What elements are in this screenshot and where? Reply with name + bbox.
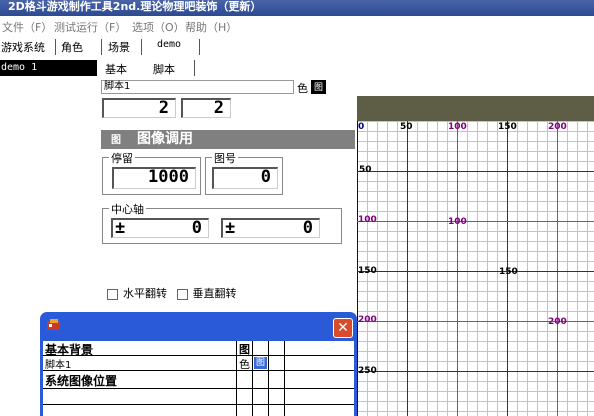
image-call-header: 图 图像调用 [101,130,355,149]
axis-x-input[interactable]: ± 0 [111,218,209,238]
image-icon: 图 [111,135,121,146]
grid-line-y50 [357,171,594,172]
image-call-title: 图像调用 [137,131,193,147]
x-label-50: 50 [400,122,413,132]
window-title: 2D格斗游戏制作工具2nd.理论物理吧装饰（更新） [0,0,594,16]
counter-right[interactable]: 2 [181,98,231,118]
image-no-label: 图号 [212,150,238,166]
grid-line-y150 [357,271,594,272]
axis-x-sign: ± [115,218,126,238]
flip-v-checkbox[interactable] [176,288,188,300]
y-label-150: 150 [358,266,377,276]
inner-label-150: 150 [499,267,518,277]
popup-row[interactable]: 系统图像位置 [43,371,354,389]
x-label-0: 0 [358,122,365,132]
tab-divider [199,39,200,55]
script-name-field[interactable]: 脚本1 [101,80,294,94]
row-image-btn[interactable]: 图 [239,341,250,357]
sub-tabs: 基本 脚本 [97,58,357,78]
x-label-150: 150 [498,122,517,132]
tab-game-system[interactable]: 游戏系统 [1,39,45,55]
flip-h-label: 水平翻转 [123,287,167,300]
popup-row[interactable]: 脚本1 色 图 [43,356,354,371]
menu-file[interactable]: 文件（F） [2,19,52,35]
canvas-grid[interactable]: 0 50 100 150 200 50 100 150 200 250 100 … [357,121,594,416]
axis-y-input[interactable]: ± 0 [221,218,320,238]
menu-options[interactable]: 选项（O） [132,19,185,35]
tab-character[interactable]: 角色 [61,39,83,55]
y-label-50: 50 [359,165,372,175]
close-button[interactable]: ✕ [333,318,353,338]
tab-basic[interactable]: 基本 [105,61,127,77]
row-label: 系统图像位置 [45,374,118,388]
grid-line-y100 [357,221,594,222]
x-label-200: 200 [548,122,567,132]
row-label: 脚本1 [45,360,72,371]
popup-body: 基本背景 图 脚本1 色 图 系统图像位置 [43,341,354,416]
menu-bar: 文件（F） 测试运行（F） 选项（O） 帮助（H） [0,16,594,36]
column-divider [236,341,237,416]
tab-script[interactable]: 脚本 [153,61,175,77]
inner-label-100: 100 [448,217,467,227]
flip-options: 水平翻转 垂直翻转 [107,285,237,301]
x-label-100: 100 [448,122,467,132]
menu-help[interactable]: 帮助（H） [185,19,237,35]
image-no-input[interactable]: 0 [212,167,278,189]
list-item-selected[interactable]: demo 1 [0,60,97,76]
tab-scene[interactable]: 场景 [108,39,130,55]
flip-v-label: 垂直翻转 [192,287,237,300]
axis-y-value: 0 [302,218,313,238]
tab-divider [55,39,56,55]
canvas-header-bar [357,96,594,121]
hold-label: 停留 [109,150,135,166]
axis-x-value: 0 [191,218,202,238]
y-label-200: 200 [358,315,377,325]
popup-window: ✕ 基本背景 图 脚本1 色 图 系统图像位置 [40,312,357,416]
row-color-btn[interactable]: 色 [239,356,250,372]
popup-titlebar[interactable]: ✕ [40,312,357,338]
color-label[interactable]: 色 [297,80,308,96]
tab-demo[interactable]: demo [157,39,181,50]
column-divider [268,341,269,416]
flip-h-checkbox[interactable] [107,288,118,300]
image-button[interactable]: 图 [311,80,326,94]
tab-divider [141,39,142,55]
preview-canvas[interactable]: 0 50 100 150 200 50 100 150 200 250 100 … [357,96,594,416]
popup-row[interactable]: 基本背景 图 [43,341,354,357]
y-label-250: 250 [358,366,377,376]
popup-row[interactable] [43,389,354,405]
inner-label-200: 200 [548,317,567,327]
counter-left[interactable]: 2 [102,98,176,118]
axis-y-sign: ± [225,218,236,238]
tab-divider [194,60,195,76]
y-label-100: 100 [358,215,377,225]
column-divider [252,341,253,416]
row-image-btn[interactable]: 图 [254,357,267,369]
app-icon [47,319,60,330]
column-divider [284,341,285,416]
tab-divider [101,39,102,55]
center-axis-label: 中心轴 [109,201,146,217]
menu-test-run[interactable]: 测试运行（F） [54,19,126,35]
hold-input[interactable]: 1000 [112,167,196,189]
grid-line-y250 [357,371,594,372]
top-tabs: 游戏系统 角色 场景 demo [0,36,594,58]
